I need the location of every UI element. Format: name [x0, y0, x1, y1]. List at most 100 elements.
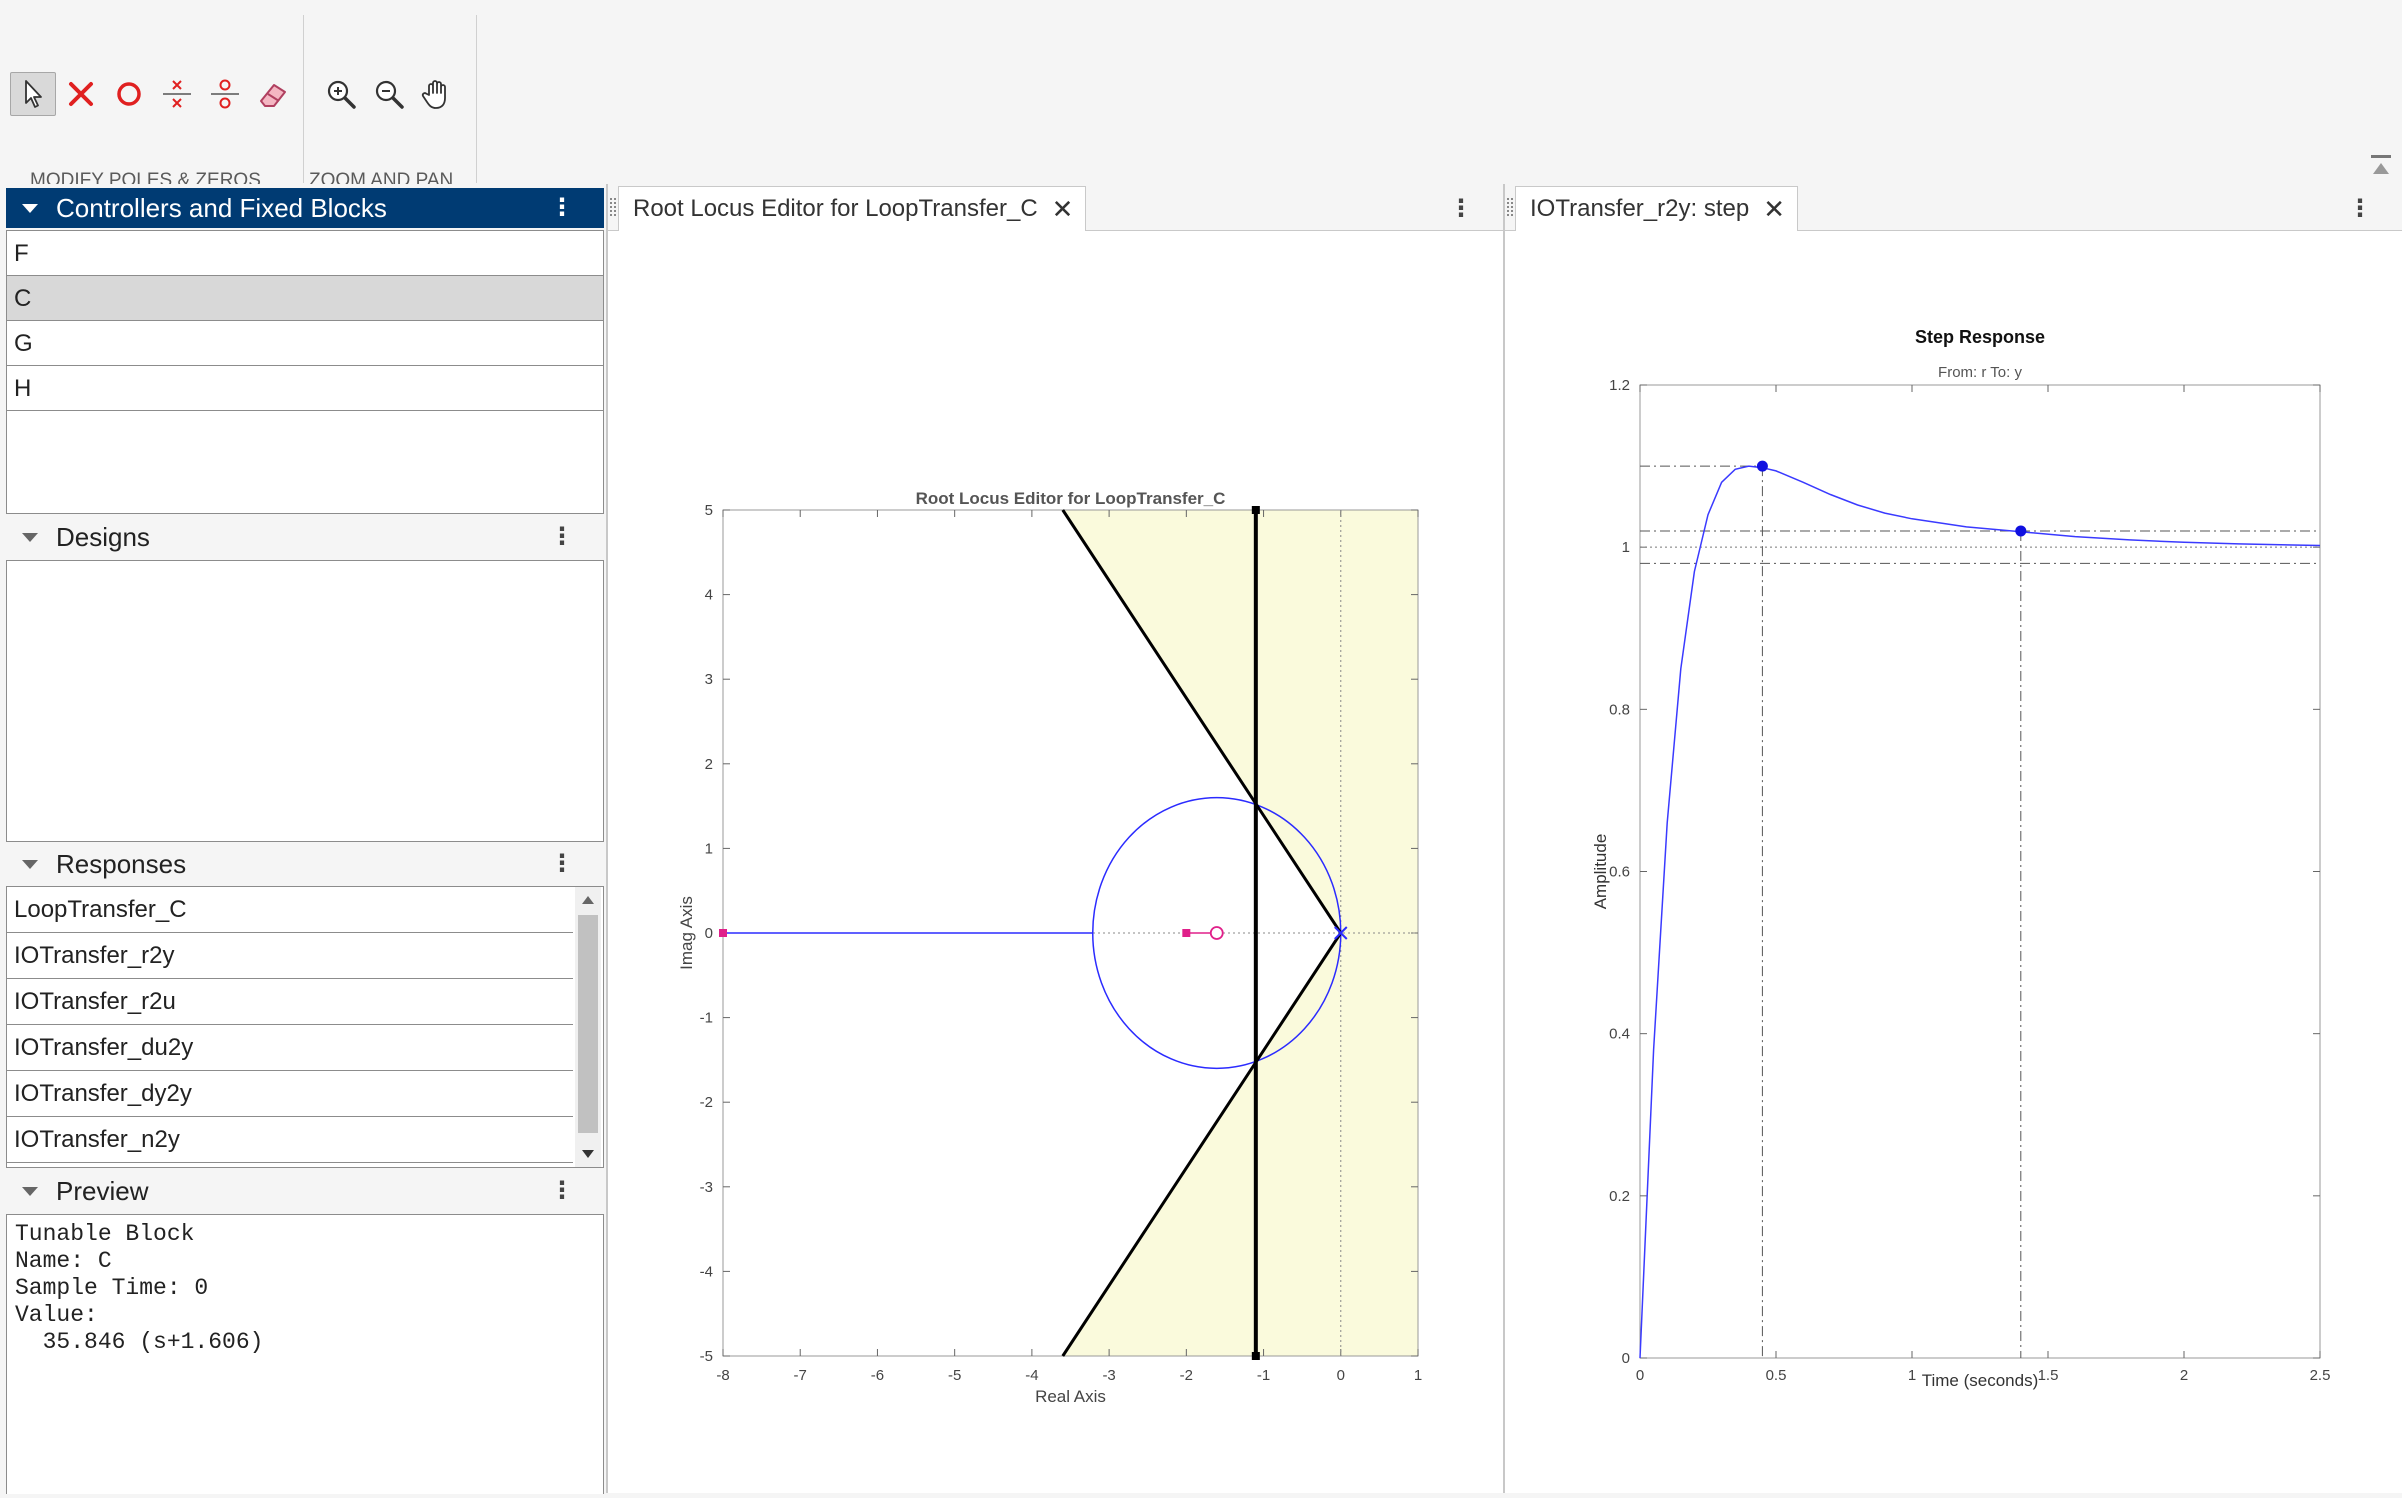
zoom-pan-section: ZOOM AND PAN [304, 15, 477, 191]
x-tick-label: 0 [1636, 1367, 1644, 1384]
x-tick-label: -5 [948, 1367, 961, 1384]
x-axis-label: Time (seconds) [1922, 1371, 2039, 1390]
response-item[interactable]: IOTransfer_du2y [7, 1025, 573, 1071]
responses-menu-icon[interactable]: ⋮ [550, 852, 574, 876]
scroll-up-icon[interactable] [582, 895, 594, 905]
modify-poles-zeros-section: MODIFY POLES & ZEROS [0, 15, 304, 191]
y-tick-label: 0.8 [1609, 701, 1630, 718]
y-tick-label: 1.2 [1609, 377, 1630, 394]
x-tick-label: 2.5 [2310, 1367, 2331, 1384]
tab-root-locus-label: Root Locus Editor for LoopTransfer_C [633, 195, 1038, 222]
tab-step-response[interactable]: IOTransfer_r2y: step ✕ [1515, 186, 1798, 231]
scrollbar-thumb[interactable] [578, 915, 598, 1133]
y-tick-label: -3 [700, 1179, 713, 1196]
y-tick-label: 4 [705, 587, 713, 604]
y-tick-label: -2 [700, 1094, 713, 1111]
y-tick-label: 1 [705, 840, 713, 857]
step-tabbar: IOTransfer_r2y: step ✕ ⋮ [1505, 184, 2402, 231]
collapse-triangle-icon[interactable] [22, 532, 38, 542]
step-response-chart[interactable]: 0 0.5 1 1.5 2 2.5 0 0.2 0.4 0.6 0.8 1 1.2 Step Respon… [1505, 231, 2402, 1493]
controllers-list: F C G H [6, 230, 604, 514]
y-tick-label: -1 [700, 1010, 713, 1027]
tab-step-label: IOTransfer_r2y: step [1530, 195, 1750, 222]
controllers-section-title: Controllers and Fixed Blocks [56, 192, 387, 223]
preview-section-title: Preview [56, 1175, 149, 1206]
drag-grip-icon[interactable] [1507, 198, 1513, 216]
controllers-section-header[interactable]: Controllers and Fixed Blocks ⋮ [6, 188, 604, 228]
select-arrow-icon[interactable] [10, 72, 56, 116]
response-item[interactable]: IOTransfer_r2y [7, 933, 573, 979]
x-tick-label: 2 [2180, 1367, 2188, 1384]
controller-item-f[interactable]: F [7, 231, 603, 276]
step-response-panel: IOTransfer_r2y: step ✕ ⋮ 0 0.5 1 1.5 2 2.5 0 0.… [1505, 184, 2402, 1493]
controller-item-c[interactable]: C [7, 276, 603, 321]
root-locus-chart[interactable]: -8 -7 -6 -5 -4 -3 -2 -1 0 1 -5 -4 -3 -2 -1 0 1 2 3 4 5 Root L… [608, 231, 1501, 1493]
response-item[interactable]: IOTransfer_r2u [7, 979, 573, 1025]
x-tick-label: -7 [794, 1367, 807, 1384]
x-tick-label: 1 [1908, 1367, 1916, 1384]
y-tick-label: 0.6 [1609, 864, 1630, 881]
x-tick-label: -2 [1180, 1367, 1193, 1384]
responses-scrollbar[interactable] [575, 887, 601, 1167]
collapse-triangle-icon[interactable] [22, 859, 38, 869]
peak-response-marker [1756, 460, 1768, 472]
collapse-toolstrip-icon[interactable] [2368, 152, 2394, 178]
x-tick-label: -4 [1025, 1367, 1038, 1384]
responses-section-header[interactable]: Responses ⋮ [6, 844, 604, 884]
eraser-icon[interactable] [250, 72, 296, 116]
add-complex-zero-icon[interactable] [202, 72, 248, 116]
y-tick-label: 3 [705, 671, 713, 688]
chart-title: Step Response [1915, 327, 2045, 347]
y-axis-label: Amplitude [1591, 834, 1610, 910]
data-browser-panel: Controllers and Fixed Blocks ⋮ F C G H D… [0, 184, 608, 1494]
drag-grip-icon[interactable] [610, 198, 616, 216]
preview-section-header[interactable]: Preview ⋮ [6, 1171, 604, 1211]
boundary-handle [1251, 506, 1260, 514]
root-locus-tabbar: Root Locus Editor for LoopTransfer_C ✕ ⋮ [608, 184, 1503, 231]
controller-item-g[interactable]: G [7, 321, 603, 366]
pan-hand-icon[interactable] [414, 72, 460, 116]
boundary-handle [1251, 1352, 1260, 1360]
response-item[interactable]: IOTransfer_n2y [7, 1117, 573, 1163]
collapse-triangle-icon[interactable] [22, 203, 38, 213]
y-tick-label: 0.2 [1609, 1188, 1630, 1205]
response-item[interactable]: IOTransfer_dy2y [7, 1071, 573, 1117]
response-item[interactable]: LoopTransfer_C [7, 887, 573, 933]
preview-box: Tunable Block Name: C Sample Time: 0 Val… [6, 1214, 604, 1494]
chart-title: Root Locus Editor for LoopTransfer_C [916, 489, 1226, 508]
zoom-in-icon[interactable] [318, 72, 364, 116]
add-pole-icon[interactable] [58, 72, 104, 116]
open-loop-zero [1209, 926, 1224, 940]
designs-section-header[interactable]: Designs ⋮ [6, 517, 604, 557]
tab-root-locus[interactable]: Root Locus Editor for LoopTransfer_C ✕ [618, 186, 1087, 231]
x-tick-label: -8 [716, 1367, 729, 1384]
settling-time-marker [2015, 525, 2027, 537]
chart-subtitle: From: r To: y [1938, 364, 2022, 381]
x-tick-label: 0 [1337, 1367, 1345, 1384]
y-tick-label: 0.4 [1609, 1026, 1630, 1043]
add-complex-pole-icon[interactable] [154, 72, 200, 116]
close-icon[interactable]: ✕ [1052, 194, 1074, 225]
designs-menu-icon[interactable]: ⋮ [550, 525, 574, 549]
controller-item-h[interactable]: H [7, 366, 603, 411]
step-menu-icon[interactable]: ⋮ [2348, 194, 2372, 223]
close-icon[interactable]: ✕ [1763, 194, 1785, 225]
step-plot-area[interactable]: 0 0.5 1 1.5 2 2.5 0 0.2 0.4 0.6 0.8 1 1.2 Step Respon… [1505, 231, 2402, 1493]
x-tick-label: 0.5 [1766, 1367, 1787, 1384]
root-locus-plot-area[interactable]: -8 -7 -6 -5 -4 -3 -2 -1 0 1 -5 -4 -3 -2 -1 0 1 2 3 4 5 Root L… [608, 231, 1503, 1493]
y-tick-label: 2 [705, 756, 713, 773]
root-locus-menu-icon[interactable]: ⋮ [1449, 194, 1473, 223]
preview-text: Tunable Block Name: C Sample Time: 0 Val… [15, 1221, 264, 1355]
y-tick-label: -5 [700, 1348, 713, 1365]
add-zero-icon[interactable] [106, 72, 152, 116]
preview-menu-icon[interactable]: ⋮ [550, 1179, 574, 1203]
x-tick-label: -3 [1102, 1367, 1115, 1384]
responses-section-title: Responses [56, 848, 187, 879]
controllers-menu-icon[interactable]: ⋮ [550, 196, 574, 220]
x-axis-label: Real Axis [1035, 1387, 1106, 1406]
collapse-triangle-icon[interactable] [22, 1186, 38, 1196]
zoom-out-icon[interactable] [366, 72, 412, 116]
x-tick-label: 1.5 [2038, 1367, 2059, 1384]
y-axis-label: Imag Axis [677, 896, 696, 970]
scroll-down-icon[interactable] [582, 1149, 594, 1159]
